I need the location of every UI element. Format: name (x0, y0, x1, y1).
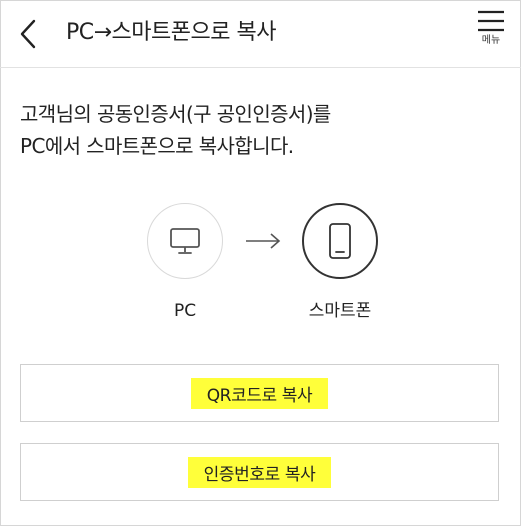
description: 고객님의 공동인증서(구 공인인증서)를 PC에서 스마트폰으로 복사합니다. (20, 98, 500, 162)
chevron-left-icon (20, 19, 36, 49)
pc-label: PC (173, 301, 197, 321)
copy-by-qr-button[interactable]: QR코드로 복사 (20, 364, 499, 422)
menu-label: 메뉴 (481, 35, 501, 46)
smartphone-device-circle (302, 203, 378, 279)
page-title: PC→스마트폰으로 복사 (66, 20, 276, 45)
smartphone-label: 스마트폰 (308, 301, 372, 321)
copy-by-qr-label: QR코드로 복사 (190, 377, 329, 409)
hamburger-icon (478, 10, 504, 32)
description-line-2: PC에서 스마트폰으로 복사합니다. (20, 134, 294, 158)
app-header: PC→스마트폰으로 복사 메뉴 (0, 0, 521, 68)
menu-button[interactable]: 메뉴 (473, 10, 509, 58)
pc-device-circle (147, 203, 223, 279)
arrow-right-icon (246, 233, 281, 249)
smartphone-icon (329, 223, 351, 259)
monitor-icon (170, 228, 200, 254)
copy-by-auth-number-label: 인증번호로 복사 (187, 456, 332, 488)
back-button[interactable] (10, 14, 46, 54)
description-line-1: 고객님의 공동인증서(구 공인인증서)를 (20, 102, 331, 126)
copy-by-auth-number-button[interactable]: 인증번호로 복사 (20, 443, 499, 501)
